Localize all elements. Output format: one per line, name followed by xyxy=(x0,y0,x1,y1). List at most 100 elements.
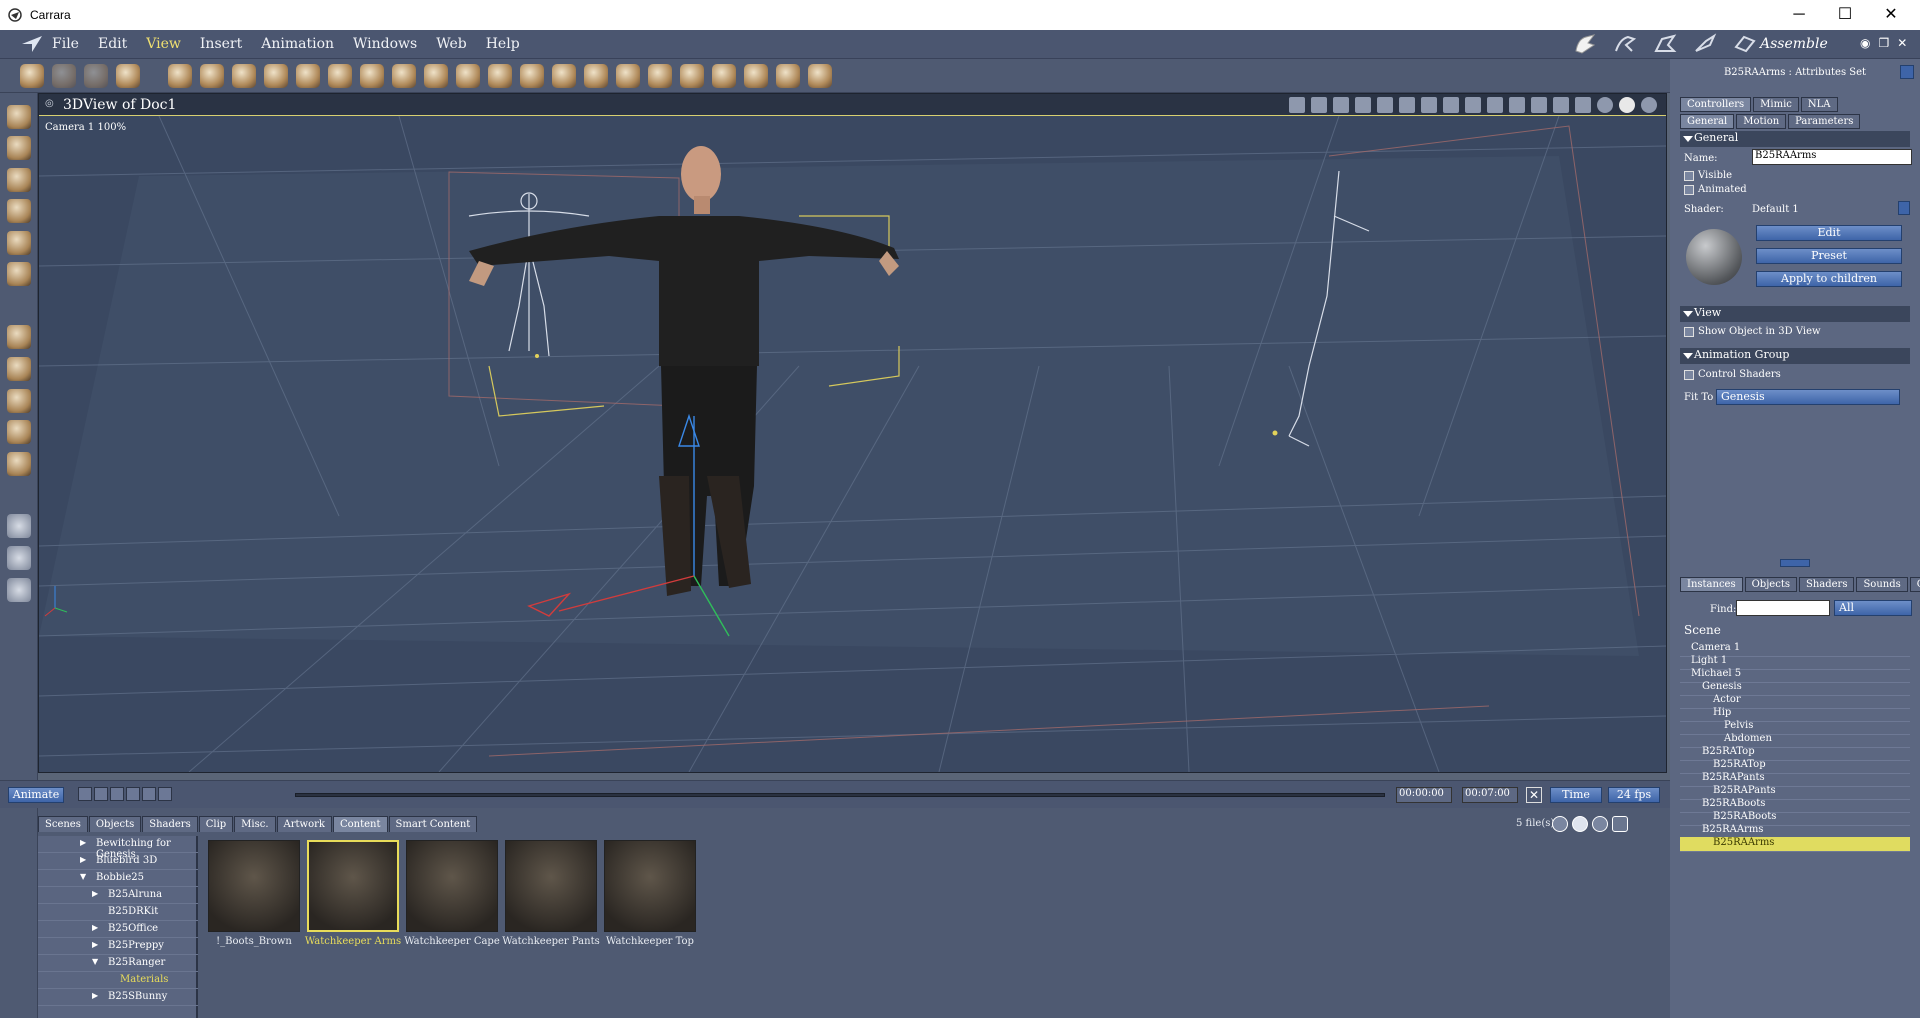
browser-options-icon[interactable] xyxy=(1612,816,1628,832)
loop-toggle-icon[interactable]: ✕ xyxy=(1526,787,1542,803)
burst-icon[interactable] xyxy=(520,64,544,88)
time-scrubber[interactable] xyxy=(295,793,1385,797)
hand-room-icon[interactable] xyxy=(1572,33,1598,55)
cube-tool-icon[interactable] xyxy=(7,452,31,476)
general-section-header[interactable]: General xyxy=(1680,131,1910,147)
3d-viewport[interactable]: ◎ 3DView of Doc1 Camera 1 100% xyxy=(38,93,1667,773)
hand-disabled-icon[interactable] xyxy=(52,64,76,88)
browser-tab-content[interactable]: Content xyxy=(332,816,388,832)
hand-icon[interactable] xyxy=(7,546,31,570)
restore-icon[interactable]: ❐ xyxy=(1878,36,1889,50)
menu-web[interactable]: Web xyxy=(436,36,467,52)
menu-view[interactable]: View xyxy=(146,36,181,52)
animate-button[interactable]: Animate xyxy=(8,787,64,803)
animated-checkbox[interactable] xyxy=(1684,185,1694,195)
expand-right-icon[interactable]: ▶ xyxy=(80,855,86,864)
subtab-parameters[interactable]: Parameters xyxy=(1788,114,1861,129)
preset-button[interactable]: Preset xyxy=(1756,248,1902,264)
browser-tab-shaders[interactable]: Shaders xyxy=(142,816,198,832)
pipe-icon[interactable] xyxy=(264,64,288,88)
leaf-icon[interactable] xyxy=(680,64,704,88)
browser-tab-scenes[interactable]: Scenes xyxy=(38,816,88,832)
globe-icon[interactable] xyxy=(232,64,256,88)
name-field[interactable]: B25RAArms xyxy=(1752,149,1912,165)
pose-room-icon[interactable] xyxy=(1612,33,1638,55)
scale-tool-icon[interactable] xyxy=(7,357,31,381)
tree-item[interactable]: B25DRKit xyxy=(38,904,198,921)
thumbnail[interactable] xyxy=(307,840,399,932)
plane-icon[interactable] xyxy=(392,64,416,88)
animation-group-header[interactable]: Animation Group xyxy=(1680,348,1910,364)
tree-item[interactable]: ▶ Bewitching for Genesis xyxy=(38,836,198,860)
arrow-tool-icon[interactable] xyxy=(7,105,31,129)
instances-tab-sounds[interactable]: Sounds xyxy=(1856,577,1908,592)
control-shaders-checkbox[interactable] xyxy=(1684,370,1694,380)
thumbnail[interactable] xyxy=(604,840,696,932)
tree-item[interactable]: ▶ B25SBunny xyxy=(38,989,198,1006)
chalice-icon[interactable] xyxy=(200,64,224,88)
apply-to-children-button[interactable]: Apply to children xyxy=(1756,271,1902,287)
model-room-icon[interactable] xyxy=(1652,33,1678,55)
instances-tab-shaders[interactable]: Shaders xyxy=(1798,577,1855,592)
menu-help[interactable]: Help xyxy=(486,36,520,52)
instances-tab-objects[interactable]: Objects xyxy=(1744,577,1797,592)
gear-icon[interactable] xyxy=(360,64,384,88)
menu-file[interactable]: File xyxy=(52,36,79,52)
view-section-header[interactable]: View xyxy=(1680,306,1910,322)
play-icon[interactable] xyxy=(126,787,140,801)
wrench-icon[interactable] xyxy=(808,64,832,88)
viewport-control-icon[interactable] xyxy=(1597,97,1613,113)
step-back-icon[interactable] xyxy=(94,787,108,801)
wand-tool-icon[interactable] xyxy=(7,231,31,255)
pointer-tool-icon[interactable] xyxy=(20,64,44,88)
orbit-tool-icon[interactable] xyxy=(7,389,31,413)
stop-icon[interactable] xyxy=(110,787,124,801)
view-medium-icon[interactable] xyxy=(1572,816,1588,832)
direct-select-icon[interactable] xyxy=(7,136,31,160)
expand-right-icon[interactable]: ▶ xyxy=(92,991,98,1000)
crab-icon[interactable] xyxy=(712,64,736,88)
brush-tool-icon[interactable] xyxy=(7,262,31,286)
maximize-button[interactable]: ☐ xyxy=(1822,0,1868,30)
bowl-icon[interactable] xyxy=(616,64,640,88)
go-start-icon[interactable] xyxy=(78,787,92,801)
viewport-control-icon[interactable] xyxy=(1377,97,1393,113)
viewport-control-icon[interactable] xyxy=(1575,97,1591,113)
thumbnail[interactable] xyxy=(505,840,597,932)
viewport-control-icon[interactable] xyxy=(1641,97,1657,113)
fire-icon[interactable] xyxy=(488,64,512,88)
menu-windows[interactable]: Windows xyxy=(353,36,417,52)
storyboard-room-icon[interactable] xyxy=(1692,33,1718,55)
tree-item[interactable]: ▶ Bluebird 3D xyxy=(38,853,198,870)
expand-right-icon[interactable]: ▶ xyxy=(92,940,98,949)
menu-edit[interactable]: Edit xyxy=(98,36,127,52)
viewport-control-icon[interactable] xyxy=(1399,97,1415,113)
spiral-tool-icon[interactable] xyxy=(7,199,31,223)
tree-icon[interactable] xyxy=(648,64,672,88)
vertex-icon[interactable] xyxy=(296,64,320,88)
show-in-3d-checkbox[interactable] xyxy=(1684,327,1694,337)
network-icon[interactable] xyxy=(744,64,768,88)
rotate-tool-icon[interactable] xyxy=(7,168,31,192)
scene-tree-item[interactable]: B25RAArms xyxy=(1680,837,1910,852)
step-forward-icon[interactable] xyxy=(142,787,156,801)
start-time-field[interactable]: 00:00:00 xyxy=(1396,787,1452,803)
eye-icon[interactable]: ◉ xyxy=(1860,36,1870,50)
viewport-control-icon[interactable] xyxy=(1509,97,1525,113)
camera-icon[interactable] xyxy=(7,514,31,538)
expand-right-icon[interactable]: ▶ xyxy=(80,838,86,847)
subtab-general[interactable]: General xyxy=(1680,114,1735,129)
go-end-icon[interactable] xyxy=(158,787,172,801)
viewport-control-icon[interactable] xyxy=(1421,97,1437,113)
fit-to-select[interactable]: Genesis xyxy=(1716,389,1900,405)
tree-item[interactable]: Materials xyxy=(38,972,198,989)
expand-right-icon[interactable]: ▶ xyxy=(92,889,98,898)
thumbnail[interactable] xyxy=(406,840,498,932)
sphere-icon[interactable] xyxy=(168,64,192,88)
menu-animation[interactable]: Animation xyxy=(261,36,334,52)
expand-down-icon[interactable]: ▼ xyxy=(92,957,98,966)
minimize-button[interactable]: ─ xyxy=(1776,0,1822,30)
visible-checkbox[interactable] xyxy=(1684,171,1694,181)
browser-tab-objects[interactable]: Objects xyxy=(88,816,142,832)
time-mode-select[interactable]: Time xyxy=(1550,787,1602,803)
